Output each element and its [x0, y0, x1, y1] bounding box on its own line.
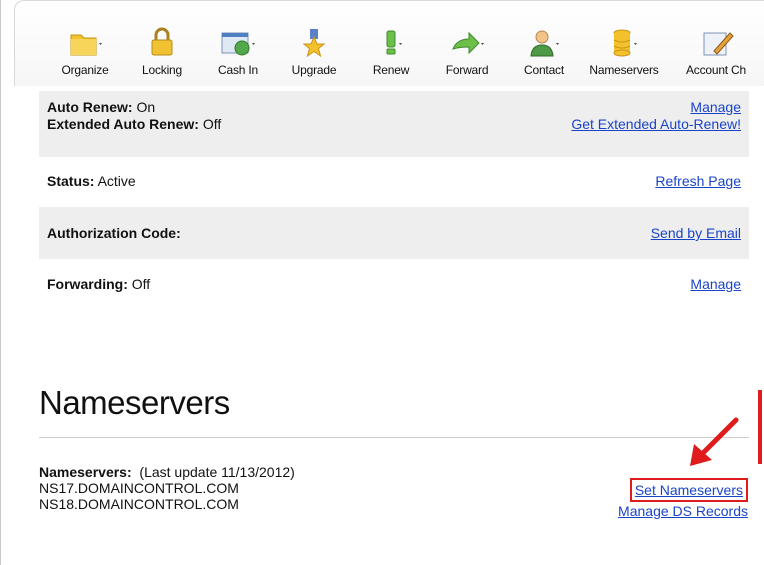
send-by-email-link[interactable]: Send by Email — [651, 225, 741, 241]
toolbar-label: Organize — [61, 63, 109, 77]
nameservers-info: Nameservers: (Last update 11/13/2012) NS… — [39, 464, 295, 512]
set-nameservers-link[interactable]: Set Nameservers — [635, 482, 743, 498]
authorization-code-row: Authorization Code: Send by Email — [39, 207, 749, 259]
highlight-box: Set Nameservers — [629, 478, 748, 502]
red-annotation-bar — [758, 390, 762, 464]
cash-in-icon — [221, 32, 255, 56]
lock-icon — [151, 27, 173, 56]
nameserver-entry: NS18.DOMAINCONTROL.COM — [39, 496, 239, 512]
authorization-code-label: Authorization Code: — [47, 225, 181, 241]
toolbar-upgrade[interactable]: Upgrade — [284, 1, 344, 87]
toolbar-label: Nameservers — [589, 63, 659, 77]
renew-icon — [386, 30, 402, 55]
toolbar-locking[interactable]: Locking — [132, 1, 192, 87]
forward-arrow-icon — [452, 31, 484, 55]
domain-toolbar: Organize Locking Cash In Upgrade Renew F… — [14, 0, 764, 86]
auto-renew-manage-link[interactable]: Manage — [690, 99, 741, 115]
toolbar-account-change[interactable]: Account Ch — [675, 1, 757, 87]
auto-renew-label: Auto Renew: — [47, 99, 133, 115]
toolbar-label: Cash In — [218, 63, 258, 77]
extended-auto-renew-value: Off — [202, 116, 222, 132]
toolbar-label: Upgrade — [291, 63, 337, 77]
toolbar-label: Forward — [445, 63, 489, 77]
auto-renew-row: Auto Renew: On Extended Auto Renew: Off … — [39, 91, 749, 157]
forwarding-label: Forwarding: — [47, 276, 128, 292]
toolbar-cash-in[interactable]: Cash In — [208, 1, 268, 87]
status-info: Status: Active — [47, 173, 136, 190]
refresh-page-link[interactable]: Refresh Page — [655, 173, 741, 189]
database-icon — [613, 29, 637, 57]
toolbar-label: Contact — [524, 63, 564, 77]
forwarding-row: Forwarding: Off Manage — [39, 259, 749, 309]
toolbar-label: Account Ch — [685, 63, 747, 77]
toolbar-contact[interactable]: Contact — [514, 1, 574, 87]
extended-auto-renew-label: Extended Auto Renew: — [47, 116, 199, 132]
toolbar-renew[interactable]: Renew — [361, 1, 421, 87]
status-row: Status: Active Refresh Page — [39, 157, 749, 207]
manage-ds-records-link[interactable]: Manage DS Records — [618, 503, 748, 519]
toolbar-label: Renew — [372, 63, 410, 77]
edit-icon — [703, 32, 734, 56]
upgrade-badge-icon — [302, 29, 326, 58]
nameservers-label: Nameservers: — [39, 464, 132, 480]
auto-renew-info: Auto Renew: On Extended Auto Renew: Off — [47, 99, 221, 133]
auto-renew-actions: Manage Get Extended Auto-Renew! — [571, 99, 741, 133]
toolbar-nameservers[interactable]: Nameservers — [589, 1, 659, 87]
nameservers-actions: Set Nameservers Manage DS Records — [618, 478, 748, 520]
toolbar-label: Locking — [142, 63, 182, 77]
nameservers-section-title: Nameservers — [39, 384, 230, 421]
contact-person-icon — [530, 30, 559, 57]
status-label: Status: — [47, 173, 95, 189]
forwarding-manage-link[interactable]: Manage — [690, 276, 741, 292]
forwarding-value: Off — [131, 276, 151, 292]
toolbar-organize[interactable]: Organize — [55, 1, 115, 87]
red-arrow-annotation-icon — [690, 417, 739, 466]
get-extended-auto-renew-link[interactable]: Get Extended Auto-Renew! — [571, 116, 741, 132]
status-value: Active — [97, 173, 136, 189]
nameservers-last-update: (Last update 11/13/2012) — [139, 464, 295, 480]
toolbar-forward[interactable]: Forward — [437, 1, 497, 87]
folder-icon — [70, 34, 102, 56]
section-divider — [39, 437, 749, 438]
auto-renew-value: On — [136, 99, 156, 115]
nameserver-entry: NS17.DOMAINCONTROL.COM — [39, 480, 239, 496]
